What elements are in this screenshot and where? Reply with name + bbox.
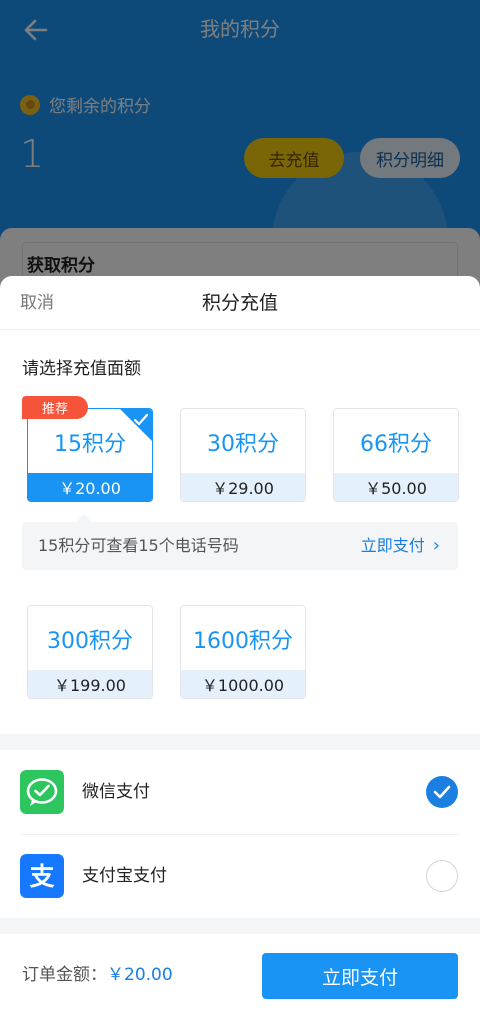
alipay-icon: 支 xyxy=(20,854,64,898)
option-price: ￥1000.00 xyxy=(181,670,305,698)
option-info-text: 15积分可查看15个电话号码 xyxy=(38,536,239,555)
option-30-points[interactable]: 30积分 ￥29.00 xyxy=(180,408,306,502)
option-price: ￥199.00 xyxy=(28,670,152,698)
recharge-sheet: 取消 积分充值 请选择充值面额 推荐 15积分 ￥20.00 30积分 ￥29.… xyxy=(0,276,480,1017)
sheet-title: 积分充值 xyxy=(201,292,278,314)
order-amount-value: ￥20.00 xyxy=(107,965,173,985)
radio-checked-icon[interactable] xyxy=(426,776,458,808)
payment-method-alipay[interactable]: 支 支付宝支付 xyxy=(20,834,460,918)
option-amount: 1600积分 xyxy=(193,629,293,654)
option-66-points[interactable]: 66积分 ￥50.00 xyxy=(333,408,459,502)
option-300-points[interactable]: 300积分 ￥199.00 xyxy=(27,605,153,699)
option-price: ￥50.00 xyxy=(334,473,458,501)
option-1600-points[interactable]: 1600积分 ￥1000.00 xyxy=(180,605,306,699)
option-price: ￥20.00 xyxy=(28,473,152,501)
option-amount: 66积分 xyxy=(360,432,432,457)
pay-now-link[interactable]: 立即支付 › xyxy=(361,522,440,570)
payment-method-name: 支付宝支付 xyxy=(82,866,167,886)
pay-now-button[interactable]: 立即支付 xyxy=(262,953,458,999)
option-price: ￥29.00 xyxy=(181,473,305,501)
chevron-right-icon: › xyxy=(432,535,440,556)
payment-method-name: 微信支付 xyxy=(82,782,150,802)
payment-method-wechat[interactable]: 微信支付 xyxy=(20,750,460,834)
order-amount-label: 订单金额： xyxy=(22,965,107,985)
recommend-badge: 推荐 xyxy=(22,396,88,419)
option-info-bar: 15积分可查看15个电话号码 立即支付 › xyxy=(22,514,458,570)
section-divider xyxy=(0,918,480,934)
radio-unchecked-icon[interactable] xyxy=(426,860,458,892)
pay-now-link-label: 立即支付 xyxy=(360,536,425,555)
svg-text:支: 支 xyxy=(29,862,54,891)
amount-section-label: 请选择充值面额 xyxy=(22,359,141,379)
option-15-points[interactable]: 15积分 ￥20.00 xyxy=(27,408,153,502)
selected-check-icon xyxy=(120,409,152,441)
wechat-pay-icon xyxy=(20,770,64,814)
order-amount: 订单金额：￥20.00 xyxy=(22,960,173,990)
option-amount: 30积分 xyxy=(207,432,279,457)
section-divider xyxy=(0,734,480,750)
sheet-header: 取消 积分充值 xyxy=(0,276,480,330)
option-amount: 300积分 xyxy=(47,629,133,654)
